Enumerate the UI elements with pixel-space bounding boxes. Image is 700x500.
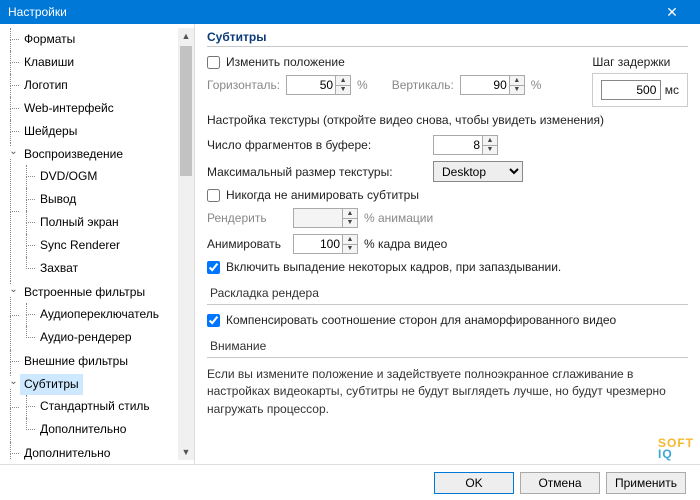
divider [207,357,688,358]
divider [207,304,688,305]
animate-label: Анимировать [207,237,287,251]
tree-item[interactable]: Встроенные фильтры [20,282,149,303]
tree-item[interactable]: Стандартный стиль [36,396,154,417]
change-position-checkbox[interactable] [207,56,220,69]
scroll-thumb[interactable] [180,46,192,176]
tree-item[interactable]: Аудио-рендерер [36,327,136,348]
vertical-label: Вертикаль: [392,78,454,92]
render-input[interactable] [293,208,343,228]
change-position-label: Изменить положение [226,55,345,69]
tree-item[interactable]: Захват [36,258,82,279]
chevron-down-icon[interactable]: ⌄ [8,285,19,296]
render-label: Рендерить [207,211,287,225]
horizontal-input[interactable] [286,75,336,95]
close-icon[interactable]: ✕ [652,4,692,21]
never-animate-checkbox[interactable] [207,189,220,202]
delay-step-input[interactable] [601,80,661,100]
tree-item[interactable]: Шейдеры [20,121,81,142]
divider [207,46,688,47]
maxsize-select[interactable]: Desktop [433,161,523,182]
cancel-button[interactable]: Отмена [520,472,600,494]
buffer-input[interactable] [433,135,483,155]
compensate-label: Компенсировать соотношение сторон для ан… [226,313,616,327]
allow-drop-checkbox[interactable] [207,261,220,274]
tree-item[interactable]: Вывод [36,189,80,210]
attention-title: Внимание [207,339,688,353]
chevron-down-icon[interactable]: ⌄ [8,377,19,388]
apply-button[interactable]: Применить [606,472,686,494]
tree-item[interactable]: Дополнительно [20,443,114,460]
tree-scrollbar[interactable]: ▲ ▼ [178,28,194,460]
scroll-down-icon[interactable]: ▼ [178,444,194,460]
chevron-down-icon[interactable]: ⌄ [8,147,19,158]
allow-drop-label: Включить выпадение некоторых кадров, при… [226,260,561,274]
spinner[interactable]: ▲▼ [483,135,498,155]
spinner[interactable]: ▲▼ [336,75,351,95]
vertical-input[interactable] [460,75,510,95]
buffer-label: Число фрагментов в буфере: [207,138,427,152]
spinner[interactable]: ▲▼ [510,75,525,95]
attention-body: Если вы измените положение и задействует… [207,366,688,418]
nav-tree-pane: Форматы Клавиши Логотип Web-интерфейс Ше… [0,24,195,464]
never-animate-label: Никогда не анимировать субтитры [226,188,419,202]
tree-item[interactable]: Полный экран [36,212,123,233]
tree-item[interactable]: Web-интерфейс [20,98,118,119]
tree-item[interactable]: DVD/OGM [36,166,101,187]
tree-item[interactable]: Дополнительно [36,419,130,440]
texture-intro: Настройка текстуры (откройте видео снова… [207,113,688,127]
render-layout-title: Раскладка рендера [207,286,688,300]
tree-item-playback[interactable]: Воспроизведение [20,144,127,165]
delay-step-label: Шаг задержки [592,55,688,69]
maxsize-label: Максимальный размер текстуры: [207,165,427,179]
compensate-checkbox[interactable] [207,314,220,327]
delay-unit: мс [665,83,679,97]
tree-item-subtitles[interactable]: Субтитры [20,374,83,395]
horizontal-label: Горизонталь: [207,78,280,92]
tree-item[interactable]: Логотип [20,75,72,96]
scroll-up-icon[interactable]: ▲ [178,28,194,44]
window-title: Настройки [8,5,67,19]
tree-item[interactable]: Форматы [20,29,79,50]
dialog-footer: OK Отмена Применить [0,464,700,500]
spinner[interactable]: ▲▼ [343,234,358,254]
animate-input[interactable] [293,234,343,254]
ok-button[interactable]: OK [434,472,514,494]
titlebar: Настройки ✕ [0,0,700,24]
tree-item[interactable]: Аудиопереключатель [36,304,163,325]
tree-item[interactable]: Sync Renderer [36,235,124,256]
panel-title: Субтитры [207,30,688,44]
nav-tree: Форматы Клавиши Логотип Web-интерфейс Ше… [0,28,194,460]
tree-item[interactable]: Внешние фильтры [20,351,132,372]
settings-panel: Субтитры Изменить положение Горизонталь:… [195,24,700,464]
spinner[interactable]: ▲▼ [343,208,358,228]
tree-item[interactable]: Клавиши [20,52,78,73]
